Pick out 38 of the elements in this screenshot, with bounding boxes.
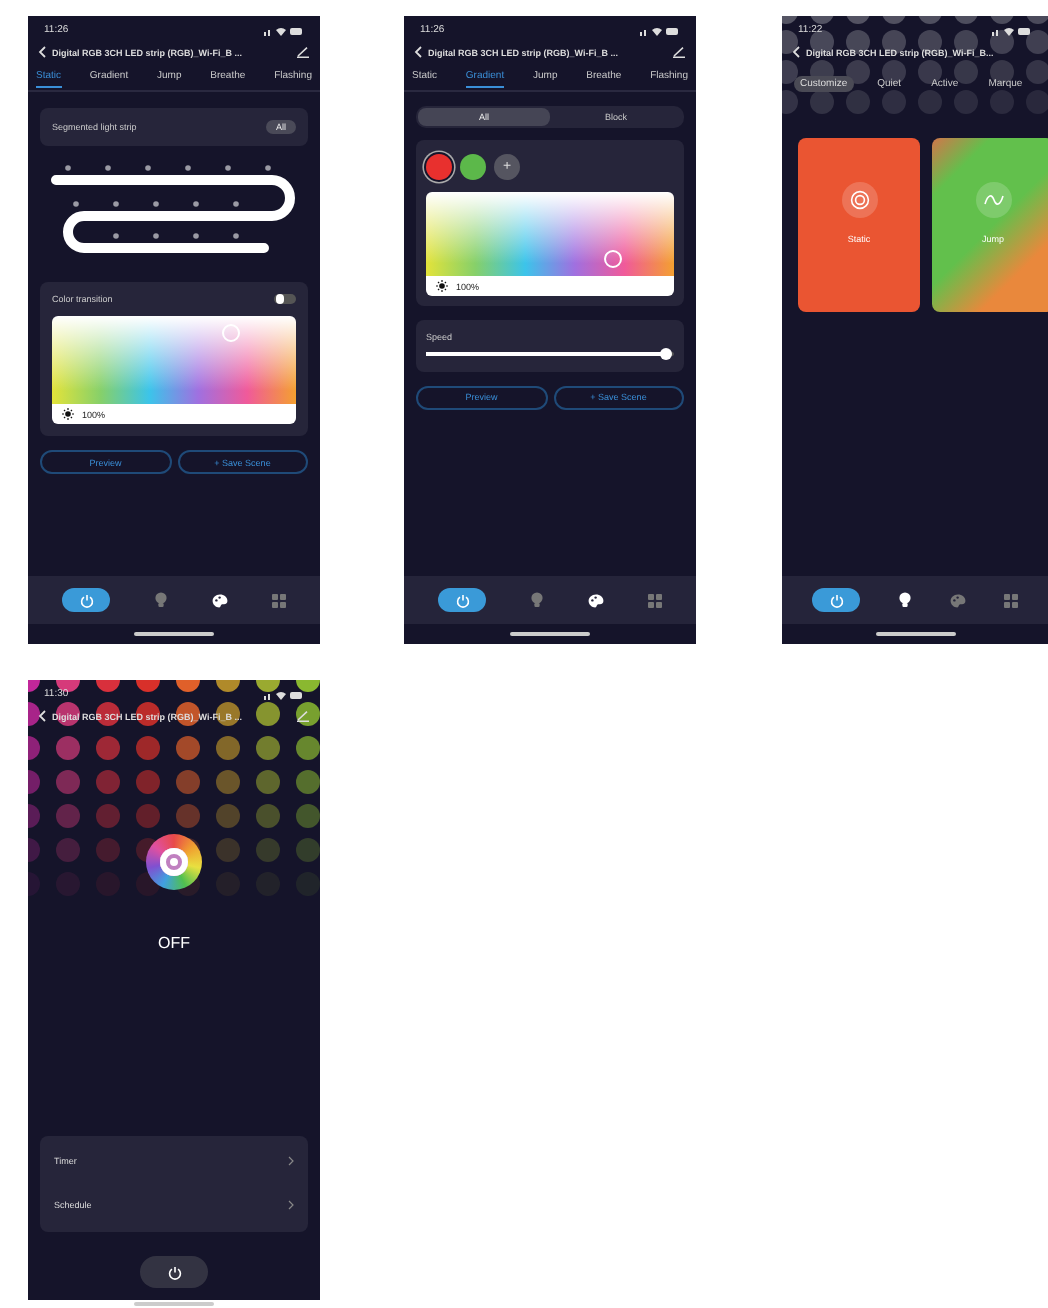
grid-icon[interactable] bbox=[1003, 593, 1018, 607]
power-status: OFF bbox=[158, 934, 190, 952]
palette-icon[interactable] bbox=[212, 593, 228, 607]
color-swatch[interactable] bbox=[460, 154, 486, 180]
target-icon bbox=[849, 190, 869, 210]
back-icon[interactable] bbox=[38, 46, 46, 58]
color-ring-logo bbox=[146, 834, 202, 890]
status-icons bbox=[264, 25, 304, 35]
power-icon bbox=[167, 1265, 181, 1279]
power-button[interactable] bbox=[62, 588, 110, 612]
grid-icon[interactable] bbox=[272, 593, 286, 607]
chevron-icon bbox=[288, 1200, 294, 1210]
back-icon[interactable] bbox=[38, 710, 46, 722]
color-transition-switch[interactable] bbox=[274, 294, 296, 304]
back-icon[interactable] bbox=[792, 46, 800, 58]
power-button[interactable] bbox=[140, 1256, 208, 1288]
power-icon bbox=[79, 593, 93, 607]
status-icons bbox=[264, 689, 304, 699]
brightness-icon bbox=[436, 280, 448, 292]
grid-icon[interactable] bbox=[648, 593, 662, 607]
color-picker[interactable] bbox=[52, 316, 296, 404]
chevron-icon bbox=[288, 1156, 294, 1166]
bulb-icon[interactable] bbox=[898, 592, 913, 608]
edit-icon[interactable] bbox=[672, 46, 686, 58]
palette-icon[interactable] bbox=[588, 593, 604, 607]
edit-icon[interactable] bbox=[296, 46, 310, 58]
power-button[interactable] bbox=[812, 588, 861, 612]
status-icons bbox=[992, 25, 1032, 35]
color-swatch[interactable] bbox=[426, 154, 452, 180]
wave-icon bbox=[983, 194, 1003, 206]
power-icon bbox=[829, 593, 844, 607]
back-icon[interactable] bbox=[414, 46, 422, 58]
power-button[interactable] bbox=[438, 588, 486, 612]
brightness-icon bbox=[62, 408, 74, 420]
power-icon bbox=[455, 593, 469, 607]
status-icons bbox=[640, 25, 680, 35]
color-picker[interactable] bbox=[426, 192, 674, 276]
edit-icon[interactable] bbox=[296, 710, 310, 722]
